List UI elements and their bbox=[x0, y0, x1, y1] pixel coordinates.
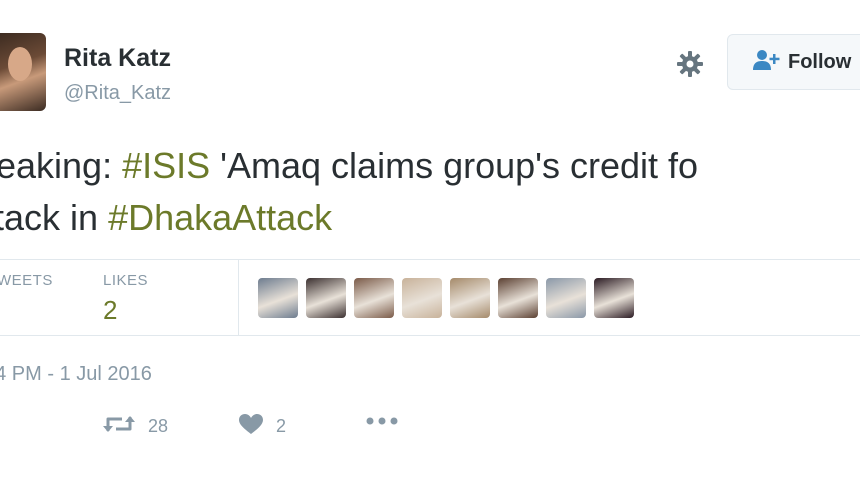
retweet-button[interactable]: 28 bbox=[102, 413, 168, 440]
follow-user-icon bbox=[752, 49, 780, 76]
user-handle[interactable]: @Rita_Katz bbox=[64, 82, 171, 105]
tweet-text-segment: reaking: bbox=[0, 145, 113, 186]
tweet-text-segment: ttack in bbox=[0, 197, 99, 238]
heart-icon bbox=[238, 413, 264, 440]
stats-top-divider bbox=[0, 259, 860, 260]
hashtag-link[interactable]: #DhakaAttack bbox=[108, 197, 332, 238]
likes-label[interactable]: LIKES bbox=[103, 272, 148, 289]
liker-avatar[interactable] bbox=[546, 278, 586, 318]
retweets-label[interactable]: WEETS bbox=[0, 272, 53, 289]
more-button[interactable] bbox=[365, 413, 399, 431]
liker-avatar[interactable] bbox=[306, 278, 346, 318]
tweet-text: reaking: #ISIS 'Amaq claims group's cred… bbox=[0, 140, 860, 244]
tweet-text-line-1: reaking: #ISIS 'Amaq claims group's cred… bbox=[0, 140, 860, 192]
tweet-timestamp[interactable]: 24 PM - 1 Jul 2016 bbox=[0, 363, 152, 386]
liker-avatar[interactable] bbox=[450, 278, 490, 318]
liker-avatar[interactable] bbox=[594, 278, 634, 318]
user-avatar[interactable] bbox=[0, 33, 46, 111]
more-icon bbox=[365, 413, 399, 431]
follow-button[interactable]: Follow bbox=[727, 34, 860, 90]
liker-avatar[interactable] bbox=[258, 278, 298, 318]
follow-button-label: Follow bbox=[788, 50, 852, 73]
likes-count[interactable]: 2 bbox=[103, 295, 117, 326]
tweet-text-segment: 'Amaq claims group's credit fo bbox=[210, 145, 699, 186]
liker-avatar[interactable] bbox=[402, 278, 442, 318]
liker-avatar[interactable] bbox=[498, 278, 538, 318]
retweet-icon bbox=[102, 413, 136, 440]
avatar-face bbox=[8, 47, 32, 81]
hashtag-link[interactable]: #ISIS bbox=[122, 145, 210, 186]
likers-list bbox=[258, 278, 634, 318]
stats-vertical-divider bbox=[238, 259, 239, 335]
gear-icon[interactable] bbox=[672, 46, 708, 82]
liker-avatar[interactable] bbox=[354, 278, 394, 318]
user-display-name[interactable]: Rita Katz bbox=[64, 44, 171, 73]
tweet-text-line-2: ttack in #DhakaAttack bbox=[0, 192, 860, 244]
like-button[interactable]: 2 bbox=[238, 413, 286, 440]
like-count: 2 bbox=[276, 416, 287, 436]
retweet-count: 28 bbox=[148, 416, 169, 436]
stats-bottom-divider bbox=[0, 335, 860, 336]
